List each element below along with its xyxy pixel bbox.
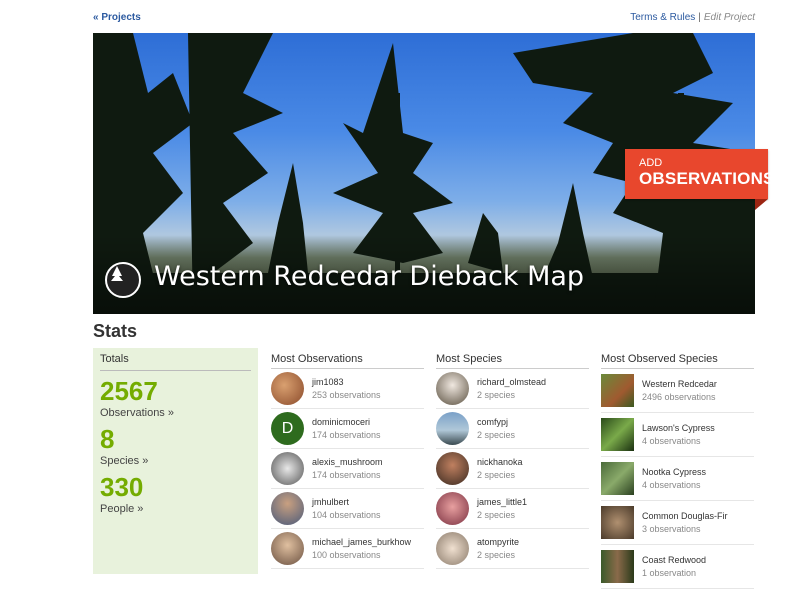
observations-total: 2567 xyxy=(100,376,158,406)
obs-count: 100 observations xyxy=(312,549,381,560)
edit-project-link[interactable]: Edit Project xyxy=(704,12,755,23)
list-item[interactable]: jim1083 253 observations xyxy=(271,369,424,409)
ribbon-fold xyxy=(755,199,768,210)
species-name: Nootka Cypress xyxy=(642,466,707,477)
user-name: jim1083 xyxy=(312,376,344,387)
species-count: 2 species xyxy=(477,549,516,560)
obs-count: 1 observation xyxy=(642,567,697,578)
species-name: Lawson's Cypress xyxy=(642,422,715,433)
species-name: Coast Redwood xyxy=(642,554,707,565)
species-name: Western Redcedar xyxy=(642,378,717,389)
user-name: richard_olmstead xyxy=(477,376,547,387)
avatar xyxy=(271,372,304,405)
list-item[interactable]: jmhulbert 104 observations xyxy=(271,489,424,529)
obs-count: 3 observations xyxy=(642,523,701,534)
avatar xyxy=(271,532,304,565)
user-name: michael_james_burkhow xyxy=(312,536,412,547)
species-thumbnail xyxy=(601,374,634,407)
species-count: 2 species xyxy=(477,509,516,520)
most-observed-species-list: Most Observed Species Western Redcedar 24… xyxy=(601,353,754,589)
species-thumbnail xyxy=(601,506,634,539)
list-item[interactable]: Western Redcedar 2496 observations xyxy=(601,369,754,413)
avatar: D xyxy=(271,412,304,445)
avatar xyxy=(436,372,469,405)
obs-count: 174 observations xyxy=(312,469,381,480)
avatar xyxy=(436,532,469,565)
species-thumbnail xyxy=(601,462,634,495)
user-name: atompyrite xyxy=(477,536,520,547)
add-label: ADD xyxy=(639,157,663,169)
list-item[interactable]: atompyrite 2 species xyxy=(436,529,589,569)
project-title: Western Redcedar Dieback Map xyxy=(154,261,585,292)
species-count: 2 species xyxy=(477,469,516,480)
most-species-list: Most Species richard_olmstead 2 species c… xyxy=(436,353,589,569)
user-name: alexis_mushroom xyxy=(312,456,383,467)
obs-count: 2496 observations xyxy=(642,391,716,402)
species-name: Common Douglas-Fir xyxy=(642,510,728,521)
user-name: dominicmoceri xyxy=(312,416,371,427)
avatar xyxy=(271,452,304,485)
list-item[interactable]: comfypj 2 species xyxy=(436,409,589,449)
most-observations-list: Most Observations jim1083 253 observation… xyxy=(271,353,424,569)
terms-rules-link[interactable]: Terms & Rules xyxy=(630,12,695,23)
avatar xyxy=(436,412,469,445)
user-name: james_little1 xyxy=(477,496,528,507)
species-thumbnail xyxy=(601,550,634,583)
stats-heading: Stats xyxy=(93,321,138,341)
user-name: comfypj xyxy=(477,416,509,427)
obs-count: 174 observations xyxy=(312,429,381,440)
most-observations-header: Most Observations xyxy=(271,353,424,369)
list-item[interactable]: Lawson's Cypress 4 observations xyxy=(601,413,754,457)
obs-count: 253 observations xyxy=(312,389,381,400)
projects-back-link[interactable]: « Projects xyxy=(93,12,141,23)
obs-count: 4 observations xyxy=(642,479,701,490)
list-item[interactable]: alexis_mushroom 174 observations xyxy=(271,449,424,489)
avatar xyxy=(436,452,469,485)
observations-label: OBSERVATIONS xyxy=(639,169,775,188)
list-item[interactable]: Coast Redwood 1 observation xyxy=(601,545,754,589)
most-species-header: Most Species xyxy=(436,353,589,369)
species-total: 8 xyxy=(100,424,115,454)
people-link[interactable]: People » xyxy=(100,503,251,515)
tree-logo-icon xyxy=(111,266,123,281)
obs-count: 4 observations xyxy=(642,435,701,446)
obs-count: 104 observations xyxy=(312,509,381,520)
species-thumbnail xyxy=(601,418,634,451)
people-total: 330 xyxy=(100,472,144,502)
avatar xyxy=(436,492,469,525)
totals-header: Totals xyxy=(100,353,251,371)
species-link[interactable]: Species » xyxy=(100,455,251,467)
totals-panel: Totals 2567 Observations » 8 Species » 3… xyxy=(93,348,258,574)
species-count: 2 species xyxy=(477,429,516,440)
most-observed-species-header: Most Observed Species xyxy=(601,353,754,369)
add-observations-button[interactable]: ADD OBSERVATIONS xyxy=(625,149,775,199)
list-item[interactable]: nickhanoka 2 species xyxy=(436,449,589,489)
forest-health-watch-logo xyxy=(105,262,141,298)
list-item[interactable]: michael_james_burkhow 100 observations xyxy=(271,529,424,569)
list-item[interactable]: Nootka Cypress 4 observations xyxy=(601,457,754,501)
observations-link[interactable]: Observations » xyxy=(100,407,251,419)
list-item[interactable]: D dominicmoceri 174 observations xyxy=(271,409,424,449)
user-name: nickhanoka xyxy=(477,456,523,467)
avatar xyxy=(271,492,304,525)
list-item[interactable]: richard_olmstead 2 species xyxy=(436,369,589,409)
project-links: Terms & Rules | Edit Project xyxy=(630,12,755,23)
user-name: jmhulbert xyxy=(312,496,350,507)
species-count: 2 species xyxy=(477,389,516,400)
list-item[interactable]: Common Douglas-Fir 3 observations xyxy=(601,501,754,545)
list-item[interactable]: james_little1 2 species xyxy=(436,489,589,529)
link-separator: | xyxy=(698,12,701,23)
